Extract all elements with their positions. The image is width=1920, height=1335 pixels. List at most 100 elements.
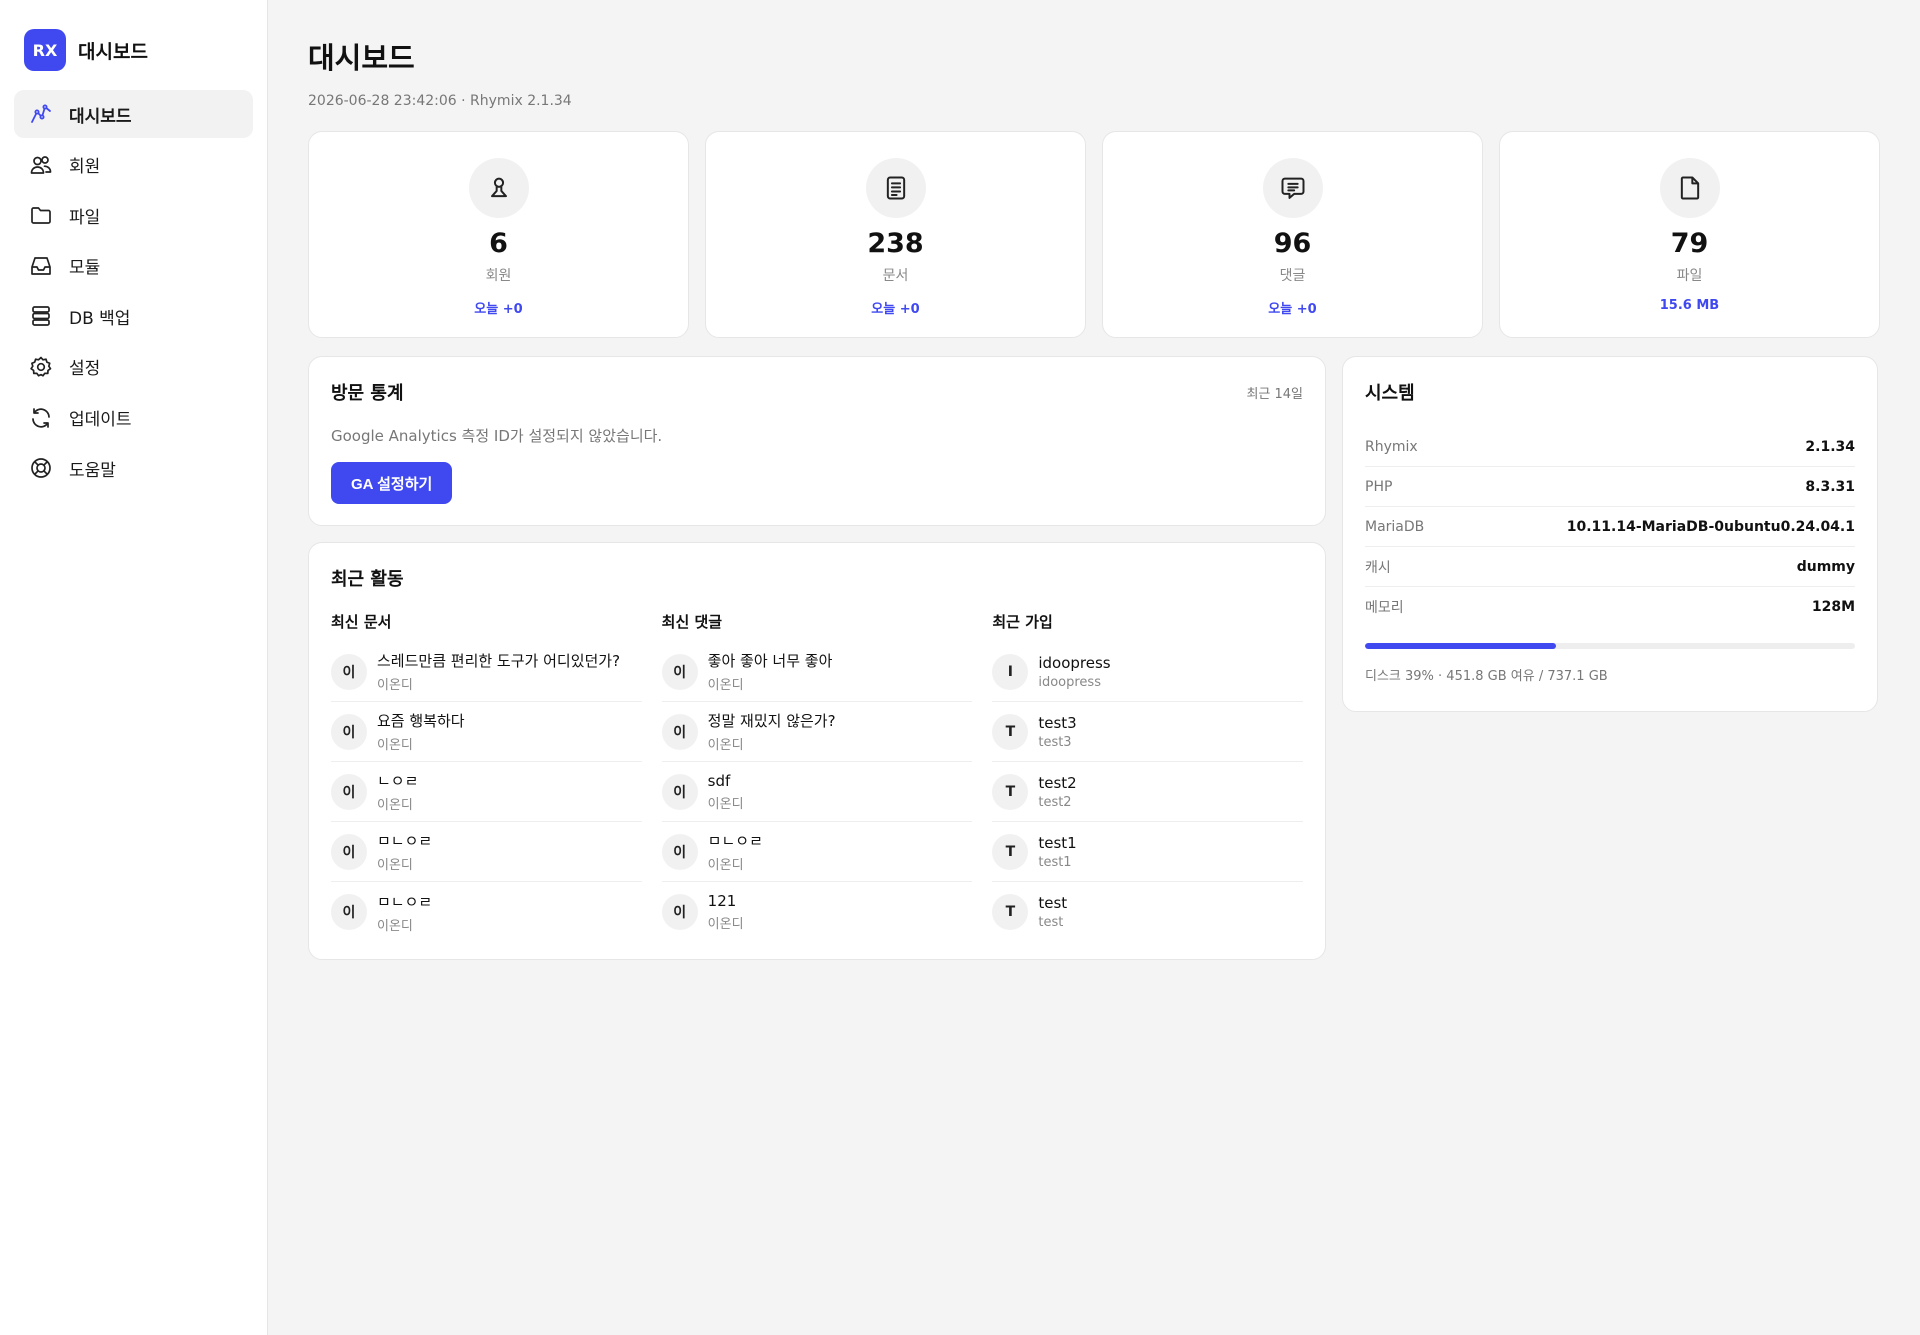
sidebar-item-label: 파일 <box>69 207 101 228</box>
avatar: 이 <box>661 653 698 690</box>
ga-setup-button[interactable]: GA 설정하기 <box>331 462 453 504</box>
list-item-text: 정말 재밌지 않은가? 이온디 <box>708 710 836 753</box>
list-item-title[interactable]: test3 <box>1038 714 1076 732</box>
stat-card[interactable]: 238 문서 오늘 +0 <box>705 131 1086 338</box>
activity-column-title: 최근 가입 <box>992 613 1053 631</box>
system-row: PHP 8.3.31 <box>1365 467 1855 507</box>
stat-label: 문서 <box>882 268 909 284</box>
sidebar-item-4[interactable]: DB 백업 <box>14 292 253 340</box>
avatar: T <box>992 894 1029 930</box>
file-icon <box>1659 158 1720 218</box>
disk-usage-bar <box>1365 643 1855 649</box>
activity-column: 최신 댓글 이 좋아 좋아 너무 좋아 이온디 이 정말 재밌지 않은가? 이온디 이 sdf 이… <box>661 611 973 942</box>
list-item[interactable]: 이 ㄴㅇㄹ 이온디 <box>331 762 642 822</box>
system-key: 메모리 <box>1365 600 1404 616</box>
sidebar-item-label: DB 백업 <box>69 308 131 329</box>
list-item-title[interactable]: ㅁㄴㅇㄹ <box>708 830 763 851</box>
list-item[interactable]: 이 ㅁㄴㅇㄹ 이온디 <box>331 822 642 882</box>
stat-delta: 오늘 +0 <box>1268 302 1317 317</box>
sidebar-item-7[interactable]: 도움말 <box>14 444 253 492</box>
list-item[interactable]: 이 스레드만큼 편리한 도구가 어디있던가? 이온디 <box>331 642 642 702</box>
list-item-author: 이온디 <box>377 858 413 873</box>
list-item-text: 요즘 행복하다이온디 <box>377 710 465 753</box>
stat-card[interactable]: 6 회원 오늘 +0 <box>308 131 689 338</box>
refresh-icon <box>28 405 54 431</box>
stat-card[interactable]: 79 파일 15.6 MB <box>1499 131 1880 338</box>
stat-card[interactable]: 96 댓글 오늘 +0 <box>1102 131 1483 338</box>
avatar: 이 <box>331 894 367 930</box>
stat-delta: 오늘 +0 <box>474 302 523 317</box>
sidebar-item-6[interactable]: 업데이트 <box>14 394 253 442</box>
list-item-author: 이온디 <box>377 918 413 934</box>
system-value: 2.1.34 <box>1805 438 1855 455</box>
brand-logo: RX <box>24 29 66 71</box>
system-card: 시스템 Rhymix 2.1.34 PHP 8.3.31 MariaDB 10.11.14… <box>1342 356 1878 712</box>
sidebar-item-5[interactable]: 설정 <box>14 343 253 391</box>
list-item[interactable]: Iidoopress idoopress <box>992 642 1304 702</box>
comment-icon <box>1262 158 1323 218</box>
list-item-title[interactable]: test1 <box>1038 834 1076 852</box>
list-item[interactable]: 이 sdf 이온디 <box>661 762 973 822</box>
stat-delta: 오늘 +0 <box>871 302 920 317</box>
list-item-text: ㅁㄴㅇㄹ 이온디 <box>377 830 432 873</box>
sidebar: RX 대시보드 대시보드회원파일모듈 DB 백업설정업데이트도움말 <box>0 0 268 1335</box>
sidebar-item-label: 대시보드 <box>69 106 132 127</box>
list-item-title[interactable]: 요즘 행복하다 <box>377 710 465 731</box>
list-item-title[interactable]: idoopress <box>1038 654 1110 672</box>
list-item[interactable]: Ttest1 test1 <box>992 822 1304 882</box>
avatar: 이 <box>661 773 698 810</box>
list-item-title[interactable]: 좋아 좋아 너무 좋아 <box>708 650 833 671</box>
list-item[interactable]: 이 요즘 행복하다 이온디 <box>331 702 642 762</box>
disk-usage-fill <box>1365 643 1557 649</box>
sidebar-item-0[interactable]: 대시보드 <box>14 90 253 138</box>
list-item-title[interactable]: 정말 재밌지 않은가? <box>708 710 836 731</box>
list-item-author: 이온디 <box>707 678 744 693</box>
avatar: I <box>992 653 1029 690</box>
avatar: T <box>992 713 1029 750</box>
list-item-title[interactable]: ㅁㄴㅇㄹ <box>377 891 432 912</box>
system-row: 캐시 dummy <box>1365 547 1855 587</box>
visits-header: 방문 통계 최근 14일 <box>331 379 1303 405</box>
list-item-title[interactable]: ㅁㄴㅇㄹ <box>377 830 432 851</box>
list-item-title[interactable]: sdf <box>708 772 744 790</box>
list-item-text: ㅁㄴㅇㄹ 이온디 <box>377 891 432 934</box>
list-item-author: 이온디 <box>377 738 413 753</box>
activity-column-title: 최신 문서 <box>331 613 392 631</box>
list-item-text: test1 test1 <box>1038 834 1076 870</box>
disk-usage-text: 디스크 39% · 451.8 GB 여유 / 737.1 GB <box>1365 669 1608 684</box>
system-value: 10.11.14-MariaDB-0ubuntu0.24.04.1 <box>1566 518 1855 535</box>
list-item[interactable]: 이 정말 재밌지 않은가? 이온디 <box>661 702 973 762</box>
list-item-author: idoopress <box>1038 674 1101 690</box>
list-item[interactable]: Ttest test <box>992 882 1303 942</box>
brand[interactable]: RX 대시보드 <box>14 28 253 72</box>
sidebar-item-3[interactable]: 모듈 <box>14 242 253 290</box>
avatar: 이 <box>331 773 367 810</box>
list-item[interactable]: Ttest2 test2 <box>992 762 1304 822</box>
list-item-author: 이온디 <box>707 917 744 932</box>
list-item[interactable]: 이 121 이온디 <box>661 882 973 942</box>
system-value: 8.3.31 <box>1805 478 1855 495</box>
user-icon <box>468 158 529 218</box>
list-item-title[interactable]: 121 <box>708 892 744 910</box>
brand-name: 대시보드 <box>78 40 148 63</box>
system-row: 메모리 128M <box>1365 587 1855 627</box>
sidebar-item-2[interactable]: 파일 <box>14 191 253 239</box>
sidebar-item-label: 도움말 <box>69 460 116 481</box>
visits-range: 최근 14일 <box>1246 386 1303 402</box>
list-item[interactable]: 이 좋아 좋아 너무 좋아이온디 <box>661 642 973 702</box>
document-icon <box>865 158 926 218</box>
list-item-title[interactable]: ㄴㅇㄹ <box>377 770 418 791</box>
list-item-title[interactable]: 스레드만큼 편리한 도구가 어디있던가? <box>377 650 620 671</box>
sidebar-item-label: 업데이트 <box>69 410 132 431</box>
inbox-icon <box>28 253 54 279</box>
list-item-title[interactable]: test2 <box>1038 774 1076 792</box>
list-item[interactable]: 이 ㅁㄴㅇㄹ 이온디 <box>661 822 973 882</box>
avatar: 이 <box>331 833 367 870</box>
list-item[interactable]: 이 ㅁㄴㅇㄹ 이온디 <box>331 882 642 942</box>
list-item-title[interactable]: test <box>1038 894 1067 912</box>
activity-title: 최근 활동 <box>331 569 404 590</box>
content-row: 방문 통계 최근 14일 Google Analytics 측정 ID가 설정되… <box>308 356 1880 960</box>
sidebar-item-1[interactable]: 회원 <box>14 141 253 189</box>
list-item-author: test1 <box>1038 854 1072 870</box>
list-item[interactable]: Ttest3 test3 <box>992 702 1304 762</box>
